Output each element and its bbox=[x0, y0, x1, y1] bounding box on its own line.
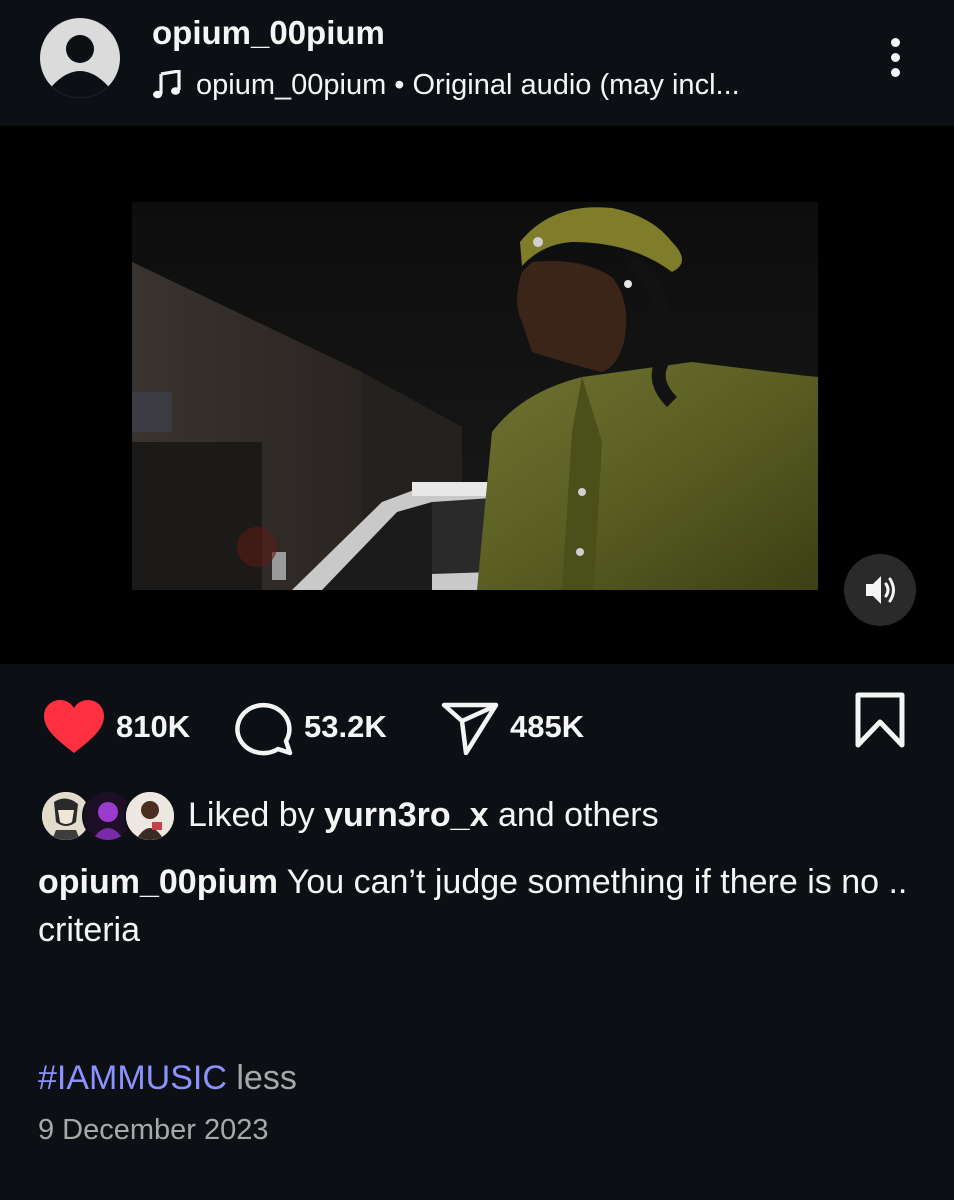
liked-avatars bbox=[40, 790, 176, 842]
avatar bbox=[124, 790, 176, 842]
caption-username[interactable]: opium_00pium bbox=[38, 863, 278, 901]
post-caption: opium_00pium You can’t judge something i… bbox=[38, 858, 918, 954]
post-username[interactable]: opium_00pium bbox=[152, 14, 385, 52]
comments-count: 53.2K bbox=[304, 709, 387, 744]
profile-avatar[interactable] bbox=[40, 18, 120, 98]
caption-text: You can’t judge something if there is no… bbox=[277, 863, 908, 901]
comment-button[interactable]: 53.2K bbox=[234, 694, 387, 760]
share-icon bbox=[441, 702, 499, 755]
liked-by-text: Liked by yurn3ro_x and others bbox=[188, 796, 659, 834]
post-date: 9 December 2023 bbox=[38, 1114, 269, 1146]
volume-icon[interactable] bbox=[844, 554, 916, 626]
liked-by-user[interactable]: yurn3ro_x bbox=[324, 796, 488, 834]
comment-icon bbox=[235, 702, 293, 756]
audio-link[interactable]: opium_00pium • Original audio (may incl.… bbox=[152, 66, 740, 104]
caption-tags: #IAMMUSIC less bbox=[38, 1054, 297, 1102]
audio-label: opium_00pium • Original audio (may incl.… bbox=[196, 68, 740, 101]
action-bar: 810K 53.2K 485K bbox=[0, 664, 954, 784]
more-icon[interactable] bbox=[878, 36, 914, 80]
heart-icon bbox=[44, 700, 104, 753]
bookmark-icon[interactable] bbox=[854, 692, 906, 748]
likes-count: 810K bbox=[116, 709, 191, 744]
shares-count: 485K bbox=[510, 709, 585, 744]
less-button[interactable]: less bbox=[227, 1059, 296, 1097]
liked-by-row[interactable]: Liked by yurn3ro_x and others bbox=[40, 788, 920, 846]
caption-text-line2: criteria bbox=[38, 911, 141, 949]
music-note-icon bbox=[153, 70, 181, 99]
share-button[interactable]: 485K bbox=[440, 694, 584, 760]
video-frame bbox=[132, 202, 818, 590]
video-player[interactable] bbox=[0, 126, 954, 664]
like-button[interactable]: 810K bbox=[42, 694, 190, 760]
post-header: opium_00pium opium_00pium • Original aud… bbox=[0, 0, 954, 126]
hashtag-link[interactable]: #IAMMUSIC bbox=[38, 1059, 227, 1097]
